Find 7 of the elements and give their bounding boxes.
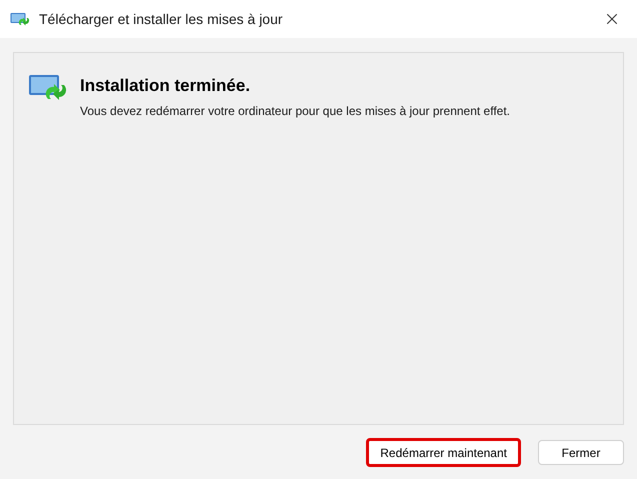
update-icon [10,12,30,26]
status-heading: Installation terminée. [80,75,252,97]
window-title: Télécharger et installer les mises à jour [39,10,283,29]
dialog-button[interactable]: Redémarrer maintenant [366,438,521,467]
status-message: Vous devez redémarrer votre ordinateur pour que les mises à jour prennent effet. [80,102,510,120]
dialog-button[interactable]: Fermer [538,440,624,465]
update-icon [28,73,68,101]
